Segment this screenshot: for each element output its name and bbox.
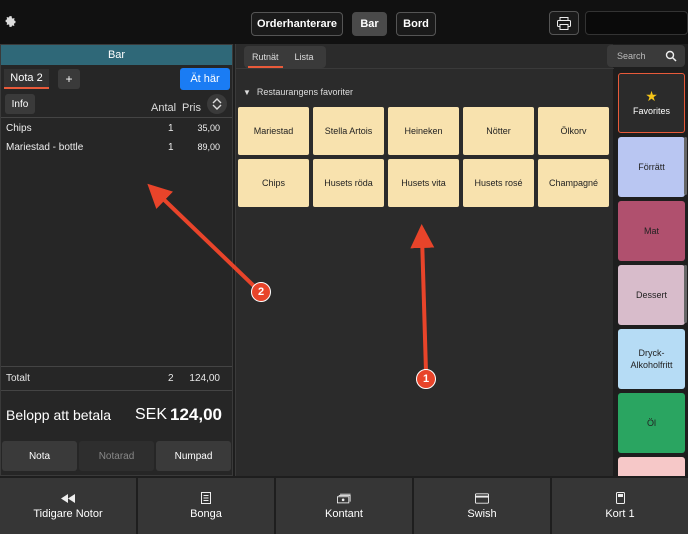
add-nota-button[interactable]: + xyxy=(58,69,80,89)
category-mat[interactable]: Mat xyxy=(618,201,685,261)
card-terminal-icon xyxy=(613,492,627,504)
search-input[interactable]: Search xyxy=(607,45,685,67)
tab-grid[interactable]: Rutnät xyxy=(244,46,287,68)
chevron-up-down-icon xyxy=(212,98,222,110)
item-qty: 1 xyxy=(168,142,174,153)
card-1-button[interactable]: Kort 1 xyxy=(552,478,688,534)
category-favorites[interactable]: ★ Favorites xyxy=(618,73,685,133)
eat-here-button[interactable]: Ät här xyxy=(180,68,230,90)
product-tile[interactable]: Champagné xyxy=(538,159,609,207)
total-qty: 2 xyxy=(168,373,174,384)
currency-label: SEK xyxy=(135,406,168,423)
scrollbar[interactable] xyxy=(684,137,687,195)
item-price: 89,00 xyxy=(197,142,220,152)
printer-icon xyxy=(557,16,571,30)
amount-due-value: 124,00 xyxy=(170,405,222,424)
payment-bar: Tidigare Notor Bonga Kontant Swish Kort … xyxy=(0,478,688,534)
order-row[interactable]: Mariestad - bottle 1 89,00 xyxy=(1,139,232,157)
total-price: 124,00 xyxy=(189,373,220,384)
info-button[interactable]: Info xyxy=(5,94,35,114)
category-label: Mat xyxy=(643,226,659,236)
order-row[interactable]: Chips 1 35,00 xyxy=(1,120,232,138)
card-icon xyxy=(475,492,489,504)
category-ol[interactable]: Öl xyxy=(618,393,685,453)
product-tile[interactable]: Husets vita xyxy=(388,159,459,207)
product-tile[interactable]: Stella Artois xyxy=(313,107,384,155)
star-icon: ★ xyxy=(645,88,658,104)
order-actions: Nota Notarad Numpad xyxy=(2,441,231,471)
numpad-button[interactable]: Numpad xyxy=(156,441,231,471)
tab-bord[interactable]: Bord xyxy=(396,12,436,36)
order-title: Bar xyxy=(1,45,232,65)
view-tabs: Rutnät Lista xyxy=(244,46,326,68)
search-icon xyxy=(665,50,677,62)
search-placeholder: Search xyxy=(617,51,646,61)
divider xyxy=(1,366,232,367)
payment-label: Kontant xyxy=(325,508,363,520)
tab-orderhanterare[interactable]: Orderhanterare xyxy=(251,12,343,36)
total-row: Totalt 2 124,00 xyxy=(1,370,232,388)
product-grid: Mariestad Stella Artois Heineken Nötter … xyxy=(238,107,612,207)
nota-button[interactable]: Nota xyxy=(2,441,77,471)
order-panel: Bar Nota 2 + Ät här Info Antal Pris Chip… xyxy=(0,44,233,476)
category-forratt[interactable]: Förrätt xyxy=(618,137,685,197)
nota-tab[interactable]: Nota 2 xyxy=(4,69,49,89)
gear-icon[interactable] xyxy=(3,14,17,28)
category-label: Dryck-Alkoholfritt xyxy=(630,348,673,370)
scrollbar[interactable] xyxy=(684,265,687,323)
item-qty: 1 xyxy=(168,123,174,134)
column-header-price: Pris xyxy=(182,102,201,114)
tab-bar[interactable]: Bar xyxy=(352,12,387,36)
cash-icon xyxy=(337,492,351,504)
favorites-section-header[interactable]: ▼ Restaurangens favoriter xyxy=(243,87,353,97)
annotation-badge-1: 1 xyxy=(416,369,436,389)
tab-list[interactable]: Lista xyxy=(287,46,322,68)
divider xyxy=(236,68,614,69)
product-tile[interactable]: Chips xyxy=(238,159,309,207)
item-name: Mariestad - bottle xyxy=(6,142,84,153)
product-tile[interactable]: Nötter xyxy=(463,107,534,155)
divider xyxy=(1,117,232,118)
category-dryck-alkoholfritt[interactable]: Dryck-Alkoholfritt xyxy=(618,329,685,389)
hidden-header-area xyxy=(585,11,688,35)
payment-label: Kort 1 xyxy=(605,508,635,520)
bonga-button[interactable]: Bonga xyxy=(138,478,274,534)
divider xyxy=(1,390,232,391)
product-tile[interactable]: Mariestad xyxy=(238,107,309,155)
swish-button[interactable]: Swish xyxy=(414,478,550,534)
category-more[interactable] xyxy=(618,457,685,476)
payment-label: Bonga xyxy=(190,508,222,520)
product-tile[interactable]: Ölkorv xyxy=(538,107,609,155)
product-catalog: Rutnät Lista ▼ Restaurangens favoriter Ma… xyxy=(235,44,614,476)
item-price: 35,00 xyxy=(197,123,220,133)
previous-notes-button[interactable]: Tidigare Notor xyxy=(0,478,136,534)
payment-label: Swish xyxy=(467,508,497,520)
category-label: Favorites xyxy=(632,106,670,116)
triangle-down-icon: ▼ xyxy=(243,88,251,97)
product-tile[interactable]: Heineken xyxy=(388,107,459,155)
product-tile[interactable]: Husets röda xyxy=(313,159,384,207)
annotation-badge-2: 2 xyxy=(251,282,271,302)
column-header-qty: Antal xyxy=(151,102,177,114)
print-button[interactable] xyxy=(549,11,579,35)
category-label: Förrätt xyxy=(638,162,665,172)
receipt-icon xyxy=(199,492,213,504)
amount-due-label: Belopp att betala xyxy=(6,407,112,423)
sort-toggle[interactable] xyxy=(207,94,227,114)
category-dessert[interactable]: Dessert xyxy=(618,265,685,325)
payment-label: Tidigare Notor xyxy=(33,508,103,520)
top-bar: Orderhanterare Bar Bord xyxy=(0,0,688,44)
notarad-button[interactable]: Notarad xyxy=(79,441,154,471)
product-tile[interactable]: Husets rosé xyxy=(463,159,534,207)
category-label: Öl xyxy=(647,418,656,428)
category-label: Dessert xyxy=(635,290,667,300)
category-list: ★ Favorites Förrätt Mat Dessert Dryck-Al… xyxy=(615,70,688,476)
cash-button[interactable]: Kontant xyxy=(276,478,412,534)
total-label: Totalt xyxy=(6,373,30,384)
item-name: Chips xyxy=(6,123,32,134)
rewind-icon xyxy=(61,492,75,504)
favorites-heading: Restaurangens favoriter xyxy=(256,87,353,97)
